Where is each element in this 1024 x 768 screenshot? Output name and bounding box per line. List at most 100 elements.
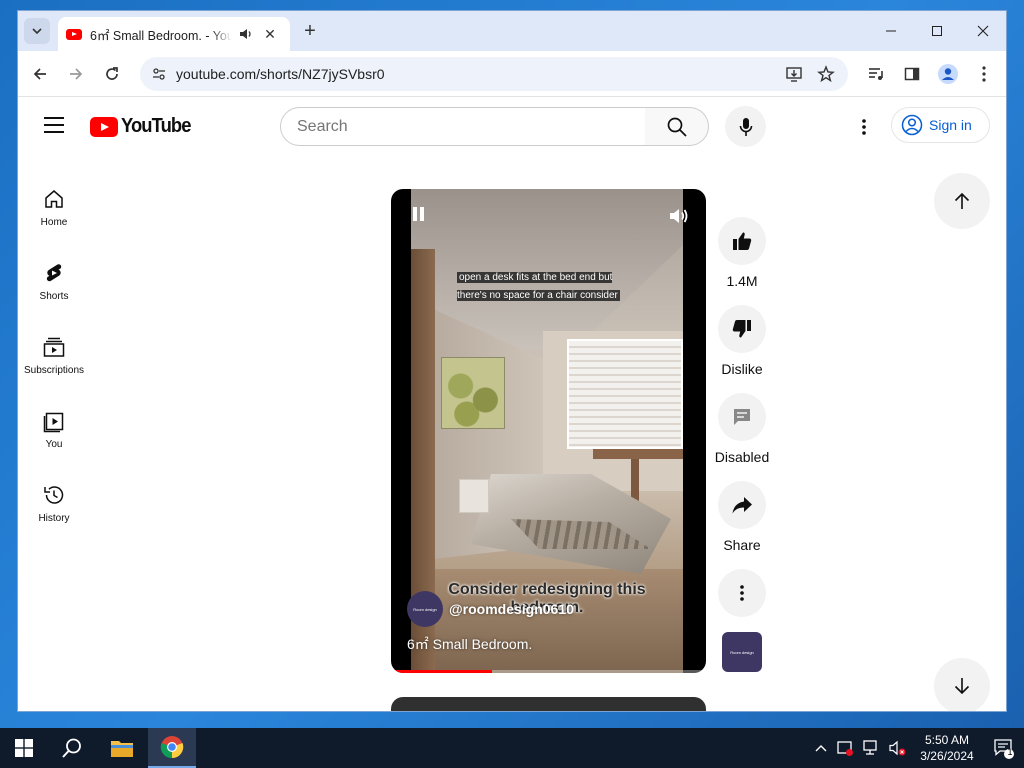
profile-avatar-icon (938, 64, 958, 84)
channel-thumbnail-button[interactable]: Room design (722, 632, 762, 672)
url-text[interactable]: youtube.com/shorts/NZ7jySVbsr0 (176, 66, 385, 82)
thumbs-down-icon (732, 320, 751, 338)
side-panel-button[interactable] (900, 62, 924, 86)
sidebar-label: Home (40, 217, 68, 228)
taskbar-clock[interactable]: 5:50 AM 3/26/2024 (910, 732, 984, 764)
sidebar-item-you[interactable]: You (18, 393, 90, 467)
like-button[interactable] (718, 217, 766, 265)
forward-button[interactable] (64, 62, 88, 86)
sidebar-label: Shorts (39, 291, 69, 302)
forward-arrow-icon (70, 68, 83, 80)
voice-search-button[interactable] (725, 106, 766, 147)
close-window-button[interactable] (960, 11, 1006, 51)
share-button[interactable] (718, 481, 766, 529)
channel-avatar[interactable]: Room design (407, 591, 443, 627)
chevron-up-icon (815, 745, 827, 752)
next-short-preview[interactable] (391, 697, 706, 711)
minimize-button[interactable] (868, 11, 914, 51)
microphone-icon (739, 117, 752, 136)
comment-icon (734, 409, 750, 425)
next-short-button[interactable] (934, 658, 990, 711)
tab-strip: 6㎡ Small Bedroom. - YouTube ✕ + (18, 11, 1006, 51)
search-button[interactable] (645, 107, 709, 146)
youtube-logo-text: YouTube (121, 115, 191, 137)
video-caption-top: open a desk fits at the bed end but ther… (457, 272, 620, 301)
sidebar-item-subscriptions[interactable]: Subscriptions (18, 319, 90, 393)
tab-close-icon[interactable]: ✕ (262, 26, 278, 43)
volume-tray-button[interactable] (884, 728, 910, 768)
subscriptions-icon (43, 337, 65, 357)
shorts-video-player[interactable]: open a desk fits at the bed end but ther… (391, 189, 706, 673)
show-hidden-icons-button[interactable] (810, 728, 832, 768)
like-count: 1.4M (726, 273, 758, 289)
chrome-taskbar-button[interactable] (148, 728, 196, 768)
start-button[interactable] (0, 728, 48, 768)
close-icon (977, 25, 989, 37)
browser-tab-active[interactable]: 6㎡ Small Bedroom. - YouTube ✕ (58, 17, 290, 51)
browser-menu-button[interactable] (972, 62, 996, 86)
site-info-icon[interactable] (148, 63, 170, 85)
maximize-button[interactable] (914, 11, 960, 51)
volume-icon[interactable] (668, 206, 690, 226)
youtube-logo[interactable]: YouTube (90, 115, 197, 138)
short-title: 6㎡ Small Bedroom. (407, 636, 533, 652)
tab-search-button[interactable] (24, 18, 50, 44)
install-app-icon[interactable] (784, 64, 804, 84)
reload-icon (106, 67, 118, 80)
tab-audio-icon[interactable] (238, 26, 254, 42)
sidebar-item-shorts[interactable]: Shorts (18, 245, 90, 319)
file-explorer-button[interactable] (98, 728, 146, 768)
guide-sidebar: Home Shorts Subscriptions You History (18, 171, 90, 541)
sidebar-item-home[interactable]: Home (18, 171, 90, 245)
more-vertical-icon (862, 119, 866, 135)
comments-button[interactable] (718, 393, 766, 441)
tab-title: 6㎡ Small Bedroom. - YouTube (90, 28, 232, 43)
home-icon (45, 190, 63, 208)
share-label: Share (723, 537, 761, 553)
side-panel-icon (904, 67, 920, 81)
address-bar[interactable]: youtube.com/shorts/NZ7jySVbsr0 (140, 57, 848, 91)
pause-icon[interactable] (411, 207, 427, 223)
more-vertical-icon (740, 585, 744, 601)
dislike-label: Dislike (721, 361, 763, 377)
sidebar-item-history[interactable]: History (18, 467, 90, 541)
history-icon (44, 486, 64, 504)
search-icon (667, 117, 687, 137)
comments-label: Disabled (714, 449, 770, 465)
video-progress-bar[interactable] (391, 670, 706, 673)
network-tray-button[interactable] (858, 728, 884, 768)
dislike-button[interactable] (718, 305, 766, 353)
search-box (280, 107, 646, 146)
taskbar-search-button[interactable] (48, 728, 96, 768)
youtube-favicon-icon (66, 28, 82, 40)
security-tray-button[interactable] (832, 728, 858, 768)
arrow-down-icon (954, 678, 970, 695)
browser-window: 6㎡ Small Bedroom. - YouTube ✕ + youtube.… (18, 11, 1006, 711)
reload-button[interactable] (100, 62, 124, 86)
browser-toolbar: youtube.com/shorts/NZ7jySVbsr0 (18, 51, 1006, 97)
previous-short-button[interactable] (934, 173, 990, 229)
new-tab-button[interactable]: + (300, 21, 320, 41)
sign-in-button[interactable]: Sign in (891, 107, 990, 143)
notification-count: 1 (1007, 747, 1013, 757)
more-options-button[interactable] (718, 569, 766, 617)
settings-menu-button[interactable] (852, 115, 876, 139)
dislike-action: Dislike (712, 305, 772, 377)
clock-time: 5:50 AM (924, 733, 970, 747)
back-arrow-icon (33, 68, 46, 80)
notification-center-button[interactable]: 1 (984, 728, 1024, 768)
channel-handle-link[interactable]: @roomdesign0610 (449, 601, 574, 617)
sign-in-label: Sign in (929, 117, 972, 133)
window-controls (868, 11, 1006, 51)
youtube-play-logo-icon (90, 116, 118, 137)
bookmark-star-icon[interactable] (816, 64, 836, 84)
profile-button[interactable] (936, 62, 960, 86)
back-button[interactable] (28, 62, 52, 86)
hamburger-menu-icon[interactable] (44, 117, 64, 133)
thumbs-up-icon (733, 232, 752, 250)
network-icon (863, 740, 877, 755)
account-circle-icon (901, 114, 923, 136)
media-control-button[interactable] (864, 62, 888, 86)
search-input[interactable] (281, 108, 645, 145)
media-queue-icon (869, 68, 883, 80)
